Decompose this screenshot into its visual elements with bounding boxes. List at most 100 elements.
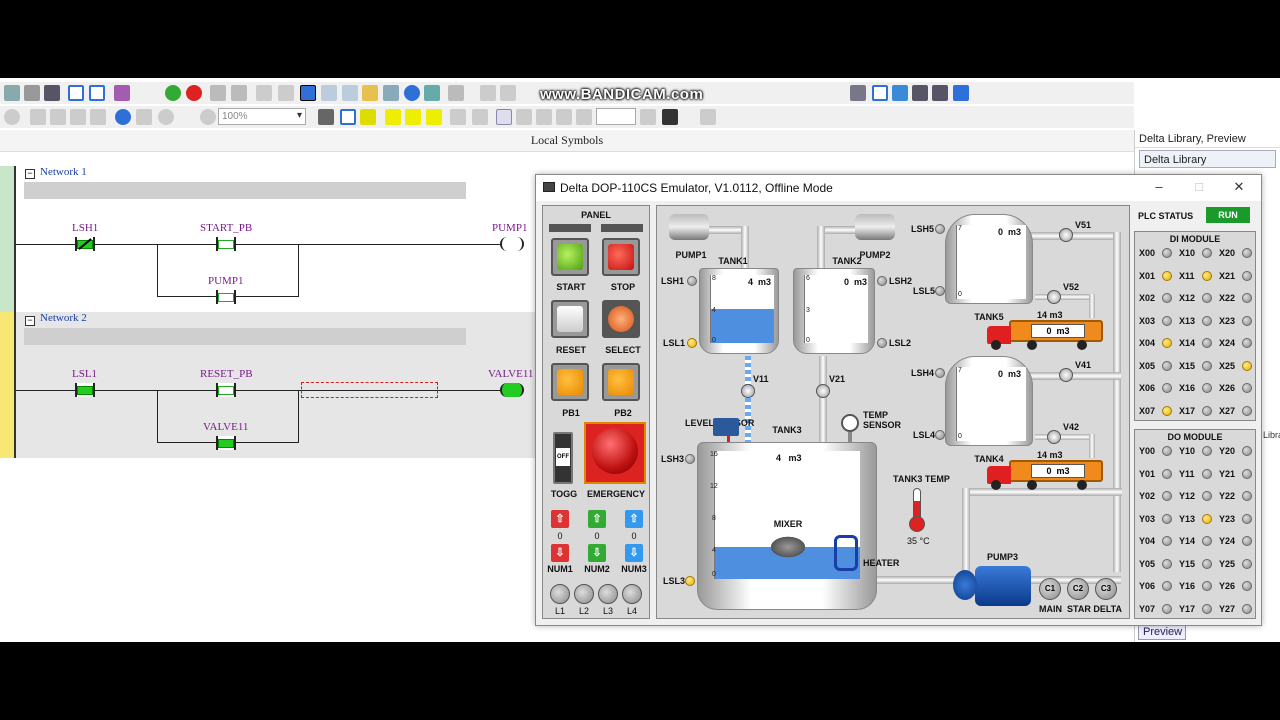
- contact-reset-pb[interactable]: [216, 383, 236, 397]
- open-icon[interactable]: [4, 85, 20, 101]
- num1-up-button[interactable]: ⇧: [551, 510, 569, 528]
- contact-nc-icon[interactable]: [472, 109, 488, 125]
- minimize-button[interactable]: –: [1151, 179, 1167, 195]
- branch-icon[interactable]: [662, 109, 678, 125]
- start-button[interactable]: [551, 238, 589, 276]
- device-icon[interactable]: [424, 85, 440, 101]
- num3-up-button[interactable]: ⇧: [625, 510, 643, 528]
- grid-icon[interactable]: [342, 85, 358, 101]
- table2-icon[interactable]: [912, 85, 928, 101]
- chart-icon[interactable]: [892, 85, 908, 101]
- network2-comment[interactable]: [24, 328, 466, 345]
- v41-valve[interactable]: [1059, 368, 1073, 382]
- contact-no-icon[interactable]: [450, 109, 466, 125]
- coil-icon[interactable]: [536, 109, 552, 125]
- copy-icon[interactable]: [50, 109, 66, 125]
- doc-icon[interactable]: [872, 85, 888, 101]
- find-icon[interactable]: [115, 109, 131, 125]
- zoom-select[interactable]: 100%: [218, 108, 306, 125]
- delete-line-icon[interactable]: [700, 109, 716, 125]
- pointer-icon[interactable]: [496, 109, 512, 125]
- save-icon[interactable]: [24, 85, 40, 101]
- pump2-icon[interactable]: [855, 214, 895, 240]
- upload-icon[interactable]: [210, 85, 226, 101]
- coil-valve11[interactable]: [500, 383, 524, 397]
- network1-comment[interactable]: [24, 182, 466, 199]
- download-icon[interactable]: [231, 85, 247, 101]
- c1-button[interactable]: C1: [1039, 578, 1061, 600]
- v21-valve[interactable]: [816, 384, 830, 398]
- window-icon[interactable]: [89, 85, 105, 101]
- local-symbols-bar[interactable]: Local Symbols: [0, 130, 1134, 152]
- toggle-switch[interactable]: OFF: [553, 432, 573, 484]
- contact-lsh1[interactable]: [75, 237, 95, 251]
- and-icon[interactable]: [576, 109, 592, 125]
- window2-icon[interactable]: [953, 85, 969, 101]
- c2-button[interactable]: C2: [1067, 578, 1089, 600]
- folder2-icon[interactable]: [405, 109, 421, 125]
- list-icon[interactable]: [850, 85, 866, 101]
- pb2-button[interactable]: [602, 363, 640, 401]
- emergency-button[interactable]: [584, 422, 646, 484]
- replace-icon[interactable]: [136, 109, 152, 125]
- chip-icon[interactable]: [383, 85, 399, 101]
- list-view-icon[interactable]: [318, 109, 334, 125]
- tree-icon[interactable]: [448, 85, 464, 101]
- monitor-icon[interactable]: [300, 85, 316, 101]
- zoom-out-icon[interactable]: [200, 109, 216, 125]
- book-icon[interactable]: [114, 85, 130, 101]
- folder3-icon[interactable]: [426, 109, 442, 125]
- contact-valve11[interactable]: [216, 436, 236, 450]
- flag-icon[interactable]: [480, 85, 496, 101]
- vline-icon[interactable]: [640, 109, 656, 125]
- instruction-select[interactable]: [596, 108, 636, 125]
- collapse-network1[interactable]: −: [25, 169, 35, 179]
- hline-icon[interactable]: [516, 109, 532, 125]
- select-switch[interactable]: [602, 300, 640, 338]
- num2-up-button[interactable]: ⇧: [588, 510, 606, 528]
- pb1-button[interactable]: [551, 363, 589, 401]
- c3-button[interactable]: C3: [1095, 578, 1117, 600]
- collapse-network2[interactable]: −: [25, 316, 35, 326]
- v42-valve[interactable]: [1047, 430, 1061, 444]
- stop-icon[interactable]: [186, 85, 202, 101]
- insert-icon[interactable]: [360, 109, 376, 125]
- maximize-button[interactable]: □: [1191, 179, 1207, 195]
- contact-pump1[interactable]: [216, 290, 236, 304]
- func-icon[interactable]: [556, 109, 572, 125]
- reset-button[interactable]: [551, 300, 589, 338]
- pump3-icon[interactable]: [975, 566, 1031, 606]
- contact-start-pb[interactable]: [216, 237, 236, 251]
- v51-valve[interactable]: [1059, 228, 1073, 242]
- table-icon[interactable]: [321, 85, 337, 101]
- pin-icon[interactable]: [404, 85, 420, 101]
- pump1-icon[interactable]: [669, 214, 709, 240]
- folder-icon[interactable]: [385, 109, 401, 125]
- stop-button[interactable]: [602, 238, 640, 276]
- table3-icon[interactable]: [932, 85, 948, 101]
- run-icon[interactable]: [165, 85, 181, 101]
- compare-icon[interactable]: [256, 85, 272, 101]
- paste-icon[interactable]: [70, 109, 86, 125]
- export-icon[interactable]: [500, 85, 516, 101]
- v52-valve[interactable]: [1047, 290, 1061, 304]
- eraser-icon[interactable]: [90, 109, 106, 125]
- cancel-icon[interactable]: [4, 109, 20, 125]
- close-button[interactable]: ✕: [1231, 179, 1247, 195]
- num1-down-button[interactable]: ⇩: [551, 544, 569, 562]
- ladder-view-icon[interactable]: [340, 109, 356, 125]
- library-item[interactable]: Delta Library: [1139, 150, 1276, 168]
- coil-pump1[interactable]: [500, 237, 524, 251]
- print-icon[interactable]: [44, 85, 60, 101]
- cut-icon[interactable]: [30, 109, 46, 125]
- note-icon[interactable]: [362, 85, 378, 101]
- library-partial-tab[interactable]: Libra: [1263, 430, 1280, 444]
- num3-down-button[interactable]: ⇩: [625, 544, 643, 562]
- preview-tab[interactable]: Preview: [1138, 624, 1186, 640]
- layout-icon[interactable]: [68, 85, 84, 101]
- sync-icon[interactable]: [278, 85, 294, 101]
- num2-down-button[interactable]: ⇩: [588, 544, 606, 562]
- v11-valve[interactable]: [741, 384, 755, 398]
- zoom-in-icon[interactable]: [158, 109, 174, 125]
- contact-lsl1[interactable]: [75, 383, 95, 397]
